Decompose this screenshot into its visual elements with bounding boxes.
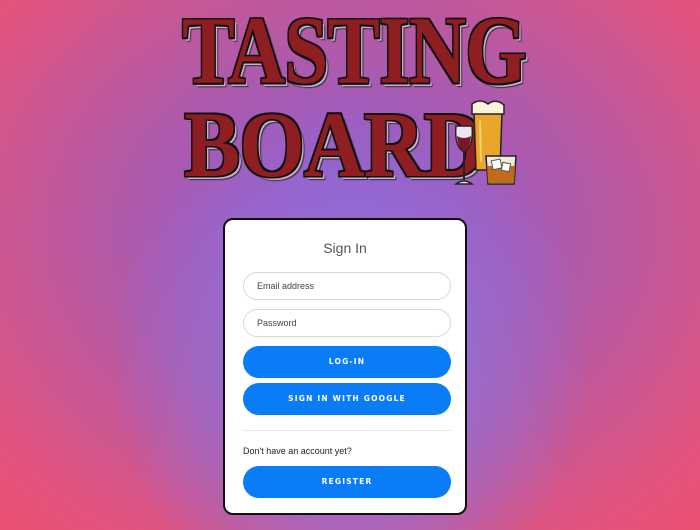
password-field[interactable] bbox=[243, 309, 451, 337]
signin-card: Sign In LOG-IN SIGN IN WITH GOOGLE Don't… bbox=[223, 218, 467, 515]
login-button[interactable]: LOG-IN bbox=[243, 346, 451, 378]
drinks-glasses-icon bbox=[453, 100, 517, 185]
signin-title: Sign In bbox=[323, 240, 367, 256]
no-account-text: Don't have an account yet? bbox=[243, 446, 352, 456]
divider bbox=[243, 430, 451, 431]
logo-text-tasting: TASTING bbox=[182, 0, 527, 104]
email-field[interactable] bbox=[243, 272, 451, 300]
google-signin-button[interactable]: SIGN IN WITH GOOGLE bbox=[243, 383, 451, 415]
register-button[interactable]: REGISTER bbox=[243, 466, 451, 498]
